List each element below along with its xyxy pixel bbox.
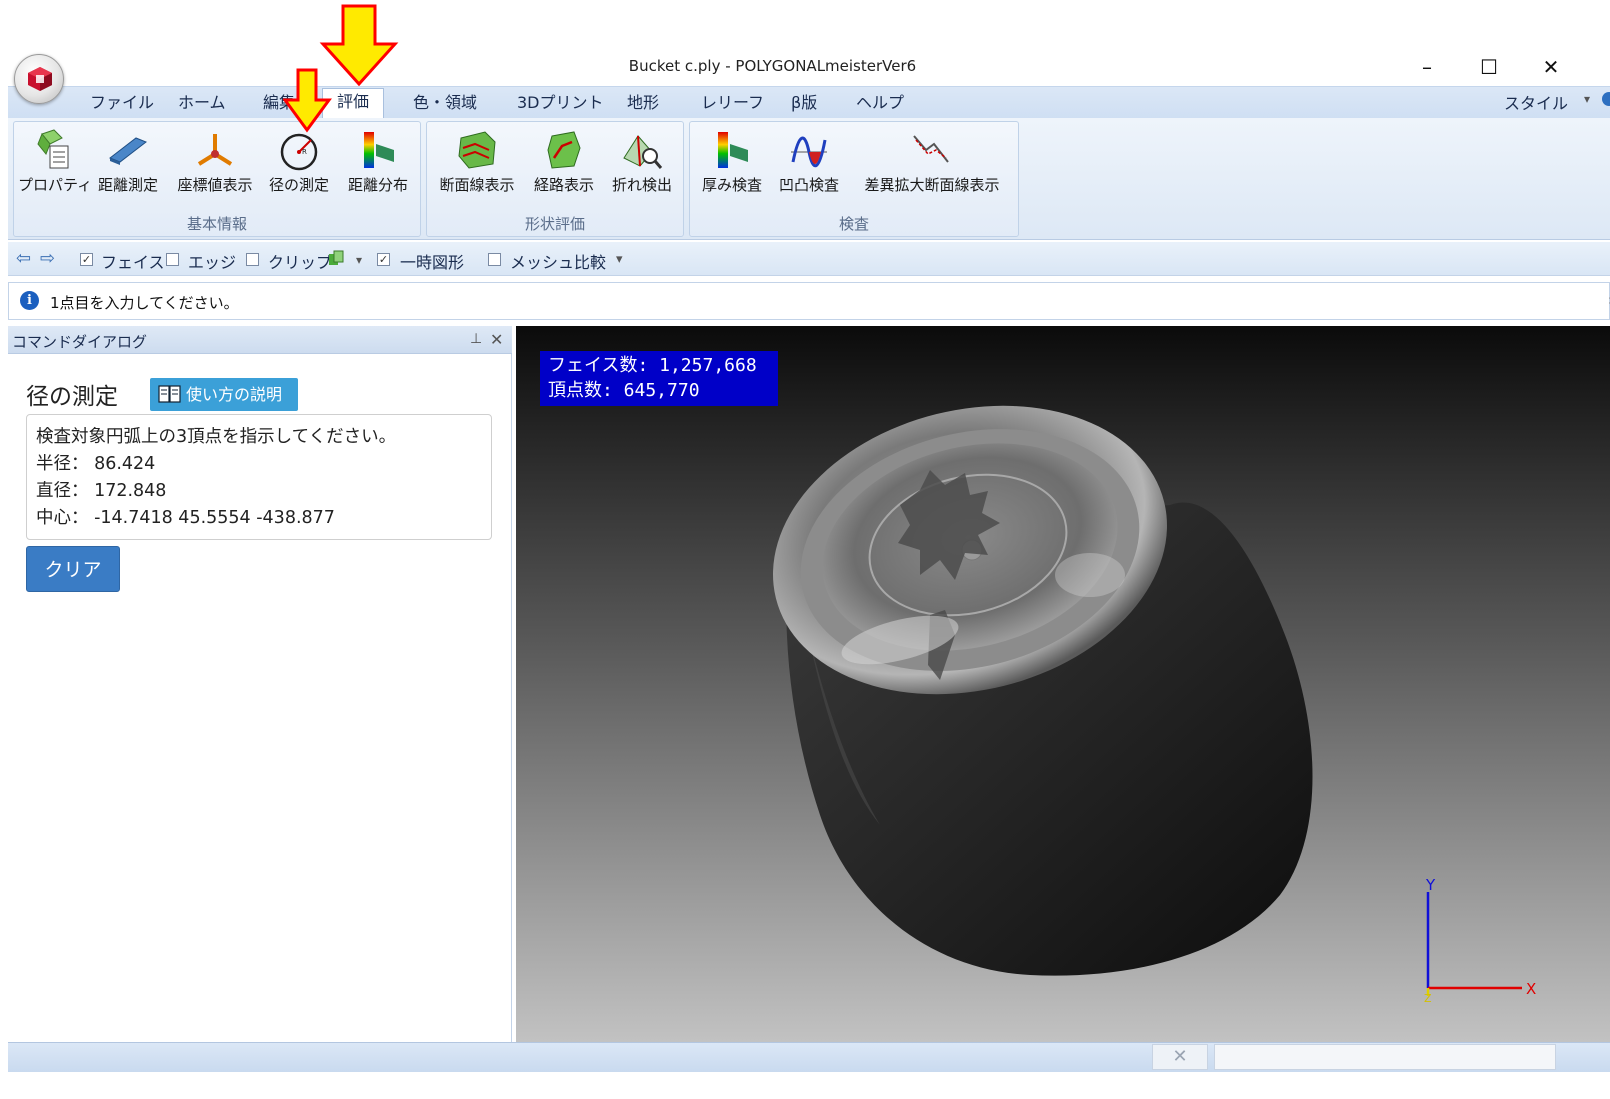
edge-checkbox[interactable]	[166, 253, 179, 266]
cross-section-icon	[458, 131, 496, 169]
bucket-3d-model[interactable]	[760, 395, 1330, 985]
temp-shape-checkbox[interactable]: ✓	[377, 253, 390, 266]
status-field	[1214, 1044, 1556, 1070]
difference-section-icon	[913, 135, 949, 163]
path-display-button[interactable]: 経路表示	[526, 124, 602, 202]
tab-terrain[interactable]: 地形	[627, 90, 659, 118]
button-label: 厚み検査	[701, 176, 762, 194]
distance-measure-button[interactable]: 距離測定	[92, 124, 164, 202]
status-cancel-button[interactable]: ✕	[1152, 1044, 1208, 1070]
radius-value: 半径： 86.424	[36, 454, 156, 474]
face-count: フェイス数: 1,257,668	[548, 355, 757, 376]
clip-settings-icon[interactable]	[328, 250, 344, 270]
clip-label: クリップ	[268, 253, 333, 272]
how-to-use-button[interactable]: 使い方の説明	[150, 378, 298, 411]
clear-button[interactable]: クリア	[26, 546, 120, 592]
style-menu[interactable]: スタイル	[1504, 90, 1568, 114]
application-menu-button[interactable]	[14, 54, 64, 104]
radius-measure-icon: R	[280, 133, 318, 171]
thickness-inspection-icon	[718, 132, 748, 168]
svg-text:R: R	[302, 148, 307, 156]
button-label: 断面線表示	[439, 176, 515, 194]
button-label: 距離分布	[347, 176, 408, 194]
tab-3d-print[interactable]: 3Dプリント	[517, 90, 604, 118]
temp-shape-label: 一時図形	[400, 253, 465, 272]
coordinate-axes-icon	[197, 134, 233, 166]
mesh-compare-label: メッシュ比較	[510, 253, 607, 272]
panel-title: コマンドダイアログ	[12, 333, 148, 351]
button-label: 径の測定	[268, 176, 329, 194]
tab-file[interactable]: ファイル	[90, 90, 154, 118]
message-bar	[8, 282, 1610, 320]
distance-distribution-icon	[364, 132, 394, 168]
y-axis-label: Y	[1425, 876, 1436, 894]
face-label: フェイス	[101, 253, 165, 272]
path-display-icon	[547, 131, 581, 169]
clip-dropdown-icon[interactable]: ▾	[356, 253, 362, 267]
button-label: 凹凸検査	[778, 176, 839, 194]
small-down-arrow-annotation	[283, 68, 332, 133]
coordinate-display-button[interactable]: 座標値表示	[170, 124, 260, 202]
status-message: 1点目を入力してください。	[50, 294, 239, 312]
axis-indicator: Y X Z	[1424, 876, 1536, 1005]
group-label: 形状評価	[524, 215, 585, 233]
tab-color-region[interactable]: 色・領域	[413, 90, 477, 118]
info-icon: i	[20, 291, 39, 310]
app-logo-icon	[28, 67, 52, 91]
mesh-stats-overlay: フェイス数: 1,257,668 頂点数: 645,770	[540, 351, 778, 406]
tab-help[interactable]: ヘルプ	[856, 90, 904, 118]
z-axis-label: Z	[1424, 992, 1432, 1005]
toolbar-overflow-icon[interactable]: ▾	[616, 252, 623, 267]
face-checkbox[interactable]: ✓	[80, 253, 93, 266]
button-label: 経路表示	[533, 176, 594, 194]
radius-measure-button[interactable]: R 径の測定	[263, 124, 335, 202]
instruction-text: 検査対象円弧上の3頂点を指示してください。	[36, 427, 397, 447]
cross-section-button[interactable]: 断面線表示	[432, 124, 522, 202]
clip-checkbox[interactable]	[246, 253, 259, 266]
tab-relief[interactable]: レリーフ	[701, 90, 764, 118]
measure-heading: 径の測定	[26, 384, 118, 410]
tab-home[interactable]: ホーム	[178, 90, 226, 118]
properties-button[interactable]: プロパティ	[18, 124, 93, 202]
unevenness-wave-icon	[791, 136, 827, 167]
center-value: 中心： -14.7418 45.5554 -438.877	[36, 508, 335, 528]
help-icon[interactable]	[1602, 92, 1610, 106]
pin-icon[interactable]: ⊥	[470, 331, 482, 347]
how-to-use-label: 使い方の説明	[186, 385, 283, 404]
properties-icon	[37, 129, 69, 169]
mesh-compare-checkbox[interactable]	[488, 253, 501, 266]
button-label: 座標値表示	[177, 176, 253, 194]
edge-label: エッジ	[188, 253, 237, 272]
maximize-button[interactable]: ☐	[1466, 52, 1512, 82]
panel-close-icon[interactable]: ✕	[490, 330, 503, 349]
tab-beta[interactable]: β版	[791, 90, 817, 118]
button-label: プロパティ	[18, 176, 93, 194]
chevron-down-icon[interactable]: ▾	[1584, 92, 1590, 106]
minimize-button[interactable]: –	[1404, 52, 1450, 82]
unevenness-inspection-button[interactable]: 凹凸検査	[772, 124, 846, 202]
close-button[interactable]: ✕	[1528, 52, 1574, 82]
diameter-value: 直径： 172.848	[36, 481, 167, 501]
group-label: 基本情報	[186, 215, 247, 233]
window-title: Bucket c.ply - POLYGONALmeisterVer6	[628, 57, 917, 75]
x-axis-label: X	[1526, 980, 1536, 998]
fold-detection-icon	[623, 135, 663, 169]
fold-detection-button[interactable]: 折れ検出	[604, 124, 680, 202]
difference-magnified-section-button[interactable]: 差異拡大断面線表示	[850, 124, 1014, 202]
group-label: 検査	[838, 215, 869, 233]
book-icon	[158, 385, 181, 403]
forward-arrow-icon[interactable]: ⇨	[40, 248, 55, 269]
button-label: 距離測定	[97, 176, 158, 194]
distance-measure-icon	[108, 137, 148, 165]
button-label: 差異拡大断面線表示	[864, 176, 1000, 194]
distance-distribution-button[interactable]: 距離分布	[340, 124, 416, 202]
back-arrow-icon[interactable]: ⇦	[16, 248, 31, 269]
vertex-count: 頂点数: 645,770	[548, 380, 700, 401]
button-label: 折れ検出	[611, 176, 672, 194]
thickness-inspection-button[interactable]: 厚み検査	[694, 124, 770, 202]
